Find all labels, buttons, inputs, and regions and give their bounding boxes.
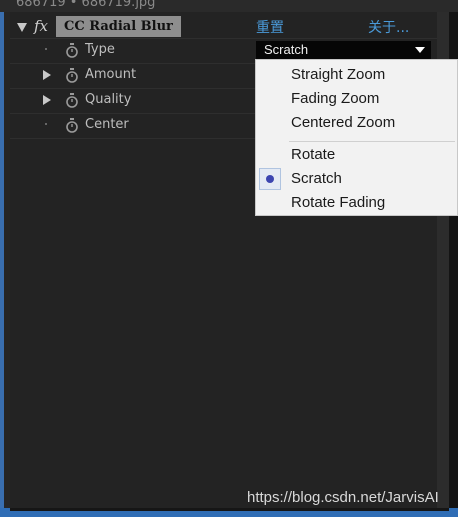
stopwatch-icon[interactable] xyxy=(65,93,79,108)
bullet-dot xyxy=(45,123,47,125)
stopwatch-icon[interactable] xyxy=(65,43,79,58)
radio-selected-icon xyxy=(266,175,274,183)
menu-item-label: Fading Zoom xyxy=(291,90,380,107)
menu-item-centered-zoom[interactable]: Centered Zoom xyxy=(256,111,457,135)
menu-item-fading-zoom[interactable]: Fading Zoom xyxy=(256,87,457,111)
property-label-amount: Amount xyxy=(85,67,137,82)
dropdown-arrow-icon xyxy=(415,47,425,53)
property-label-type: Type xyxy=(85,42,115,57)
panel-bottom-inner xyxy=(10,508,449,511)
stopwatch-icon[interactable] xyxy=(65,118,79,133)
type-dropdown-value: Scratch xyxy=(264,42,309,57)
bullet-dot xyxy=(45,48,47,50)
panel-title: 686719 • 686719.jpg xyxy=(16,0,156,10)
watermark-text: https://blog.csdn.net/JarvisAI xyxy=(247,489,439,506)
reset-link[interactable]: 重置 xyxy=(256,17,284,37)
menu-item-rotate-fading[interactable]: Rotate Fading xyxy=(256,191,457,215)
menu-item-label: Straight Zoom xyxy=(291,66,386,83)
menu-item-rotate[interactable]: Rotate xyxy=(256,143,457,167)
stopwatch-icon[interactable] xyxy=(65,68,79,83)
menu-item-label: Rotate xyxy=(291,146,336,163)
type-dropdown[interactable]: Scratch xyxy=(256,41,431,59)
effect-header-row: fx CC Radial Blur 重置 关于... xyxy=(10,14,437,39)
type-dropdown-menu: Straight Zoom Fading Zoom Centered Zoom … xyxy=(255,59,458,216)
menu-item-label: Rotate Fading xyxy=(291,194,386,211)
expand-triangle-icon[interactable] xyxy=(43,95,51,105)
about-link[interactable]: 关于... xyxy=(368,17,409,37)
menu-item-label: Centered Zoom xyxy=(291,114,396,131)
menu-item-label: Scratch xyxy=(291,170,342,187)
menu-item-scratch[interactable]: Scratch xyxy=(256,167,457,191)
effect-name[interactable]: CC Radial Blur xyxy=(56,16,181,37)
panel-title-bar: 686719 • 686719.jpg xyxy=(0,0,458,12)
collapse-triangle-icon[interactable] xyxy=(17,23,27,32)
expand-triangle-icon[interactable] xyxy=(43,70,51,80)
property-label-center: Center xyxy=(85,117,129,132)
fx-icon[interactable]: fx xyxy=(34,17,48,35)
selected-radio-box xyxy=(259,168,281,190)
property-label-quality: Quality xyxy=(85,92,132,107)
menu-item-straight-zoom[interactable]: Straight Zoom xyxy=(256,63,457,87)
menu-separator xyxy=(289,141,455,142)
